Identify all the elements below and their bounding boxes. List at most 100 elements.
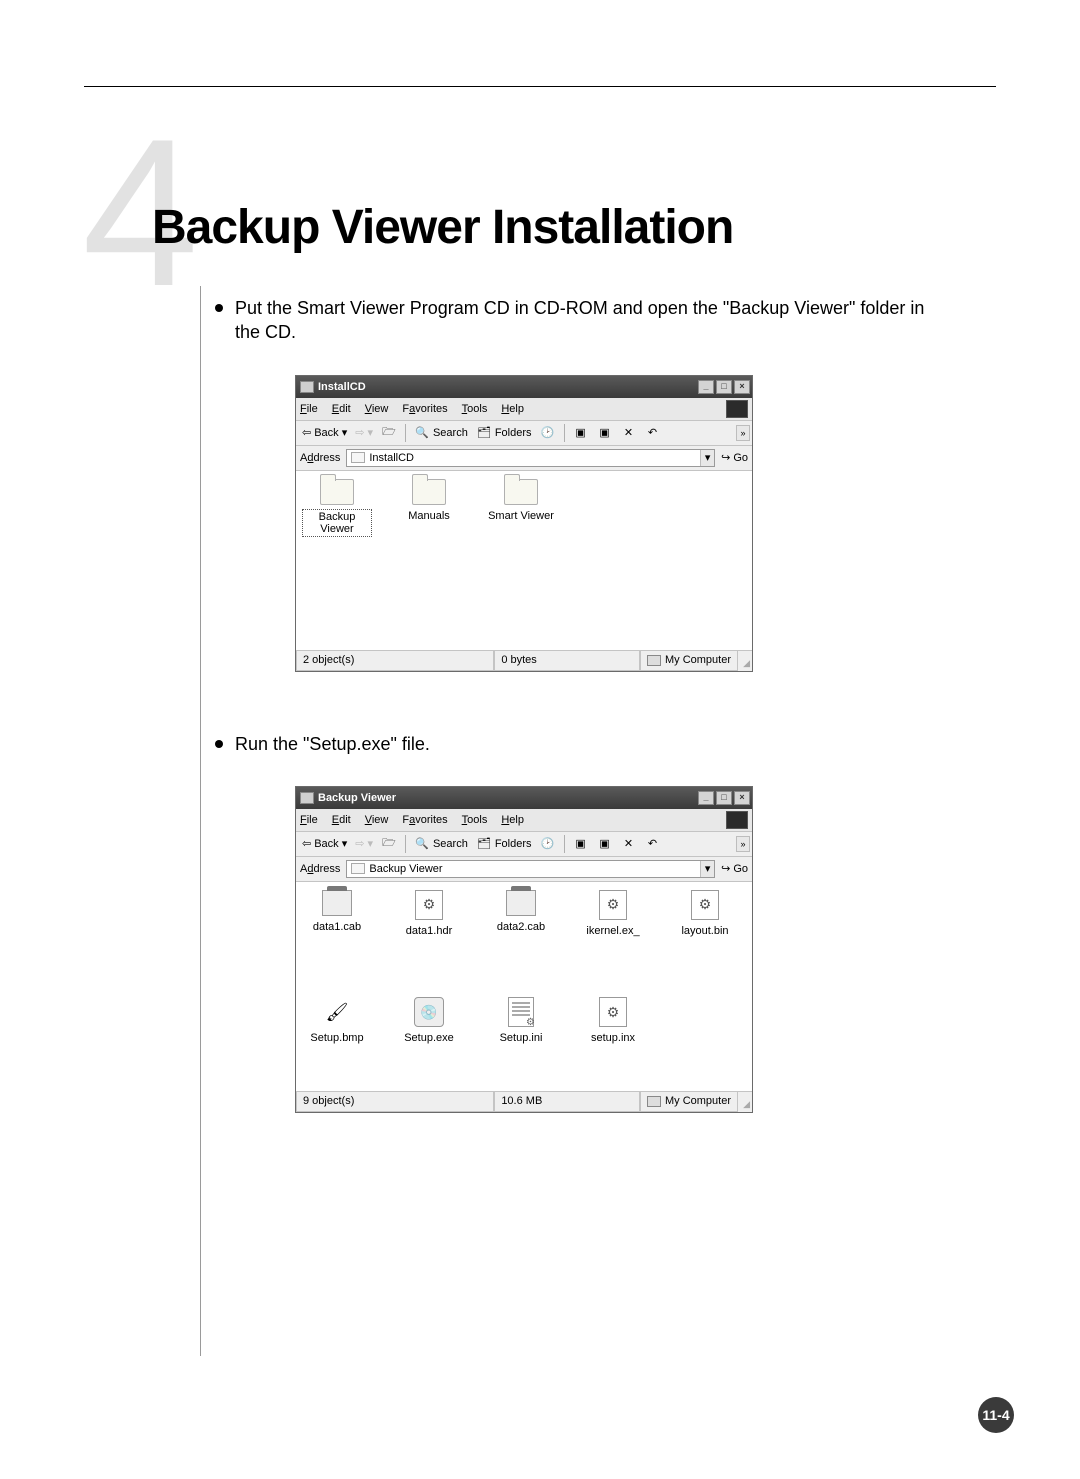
folder-manuals[interactable]: Manuals xyxy=(394,479,464,523)
delete-icon: ✕ xyxy=(621,836,637,852)
menu-help[interactable]: Help xyxy=(501,814,524,826)
go-button[interactable]: ↪ Go xyxy=(721,451,748,464)
history-button[interactable]: 🕑 xyxy=(538,835,558,853)
titlebar[interactable]: InstallCD _ □ × xyxy=(296,376,752,398)
file-label: data2.cab xyxy=(495,920,547,934)
up-button[interactable]: 🗁 xyxy=(379,424,399,442)
folder-smart-viewer[interactable]: Smart Viewer xyxy=(486,479,556,523)
folders-label: Folders xyxy=(495,427,532,439)
go-button[interactable]: ↪ Go xyxy=(721,862,748,875)
toolbar-overflow-button[interactable]: » xyxy=(736,425,750,441)
file-data1-cab[interactable]: data1.cab xyxy=(302,890,372,934)
folders-label: Folders xyxy=(495,838,532,850)
minimize-button[interactable]: _ xyxy=(698,380,714,394)
move-to-button[interactable]: ▣ xyxy=(571,424,591,442)
close-button[interactable]: × xyxy=(734,791,750,805)
menu-edit[interactable]: Edit xyxy=(332,814,351,826)
folder-backup-viewer[interactable]: Backup Viewer xyxy=(302,479,372,537)
menu-view[interactable]: View xyxy=(365,814,389,826)
folder-icon xyxy=(320,479,354,505)
status-bar: 2 object(s) 0 bytes My Computer ◢ xyxy=(296,651,752,671)
status-location-text: My Computer xyxy=(665,654,731,666)
menu-tools[interactable]: Tools xyxy=(462,814,488,826)
page-number-badge: 11-4 xyxy=(978,1397,1014,1433)
forward-arrow-icon: ⇨ xyxy=(355,837,364,850)
menu-file[interactable]: File xyxy=(300,403,318,415)
up-button[interactable]: 🗁 xyxy=(379,835,399,853)
search-button[interactable]: 🔍Search xyxy=(412,835,470,853)
folders-button[interactable]: 🗂Folders xyxy=(474,424,534,442)
undo-icon: ↶ xyxy=(645,836,661,852)
file-pane[interactable]: Backup Viewer Manuals Smart Viewer xyxy=(296,471,752,651)
file-data2-cab[interactable]: data2.cab xyxy=(486,890,556,934)
search-label: Search xyxy=(433,427,468,439)
file-label: data1.cab xyxy=(311,920,363,934)
status-size: 10.6 MB xyxy=(494,1092,640,1112)
move-to-button[interactable]: ▣ xyxy=(571,835,591,853)
file-setup-exe[interactable]: Setup.exe xyxy=(394,997,464,1045)
back-button[interactable]: ⇦ Back ▾ xyxy=(300,425,349,440)
back-dropdown-icon[interactable]: ▾ xyxy=(342,837,348,850)
undo-button[interactable]: ↶ xyxy=(643,424,663,442)
menu-file[interactable]: File xyxy=(300,814,318,826)
file-label: Smart Viewer xyxy=(486,509,556,523)
minimize-button[interactable]: _ xyxy=(698,791,714,805)
search-label: Search xyxy=(433,838,468,850)
resize-grip-icon[interactable]: ◢ xyxy=(738,1092,752,1112)
bullet-dot-icon xyxy=(215,740,223,748)
maximize-button[interactable]: □ xyxy=(716,791,732,805)
file-label: setup.inx xyxy=(589,1031,637,1045)
toolbar-overflow-button[interactable]: » xyxy=(736,836,750,852)
file-setup-ini[interactable]: Setup.ini xyxy=(486,997,556,1045)
resize-grip-icon[interactable]: ◢ xyxy=(738,651,752,671)
file-data1-hdr[interactable]: data1.hdr xyxy=(394,890,464,938)
search-button[interactable]: 🔍Search xyxy=(412,424,470,442)
maximize-button[interactable]: □ xyxy=(716,380,732,394)
back-arrow-icon: ⇦ xyxy=(302,426,311,439)
back-arrow-icon: ⇦ xyxy=(302,837,311,850)
delete-button[interactable]: ✕ xyxy=(619,424,639,442)
menu-favorites[interactable]: Favorites xyxy=(402,814,447,826)
menu-view[interactable]: View xyxy=(365,403,389,415)
file-ikernel-ex[interactable]: ikernel.ex_ xyxy=(578,890,648,938)
menu-edit[interactable]: Edit xyxy=(332,403,351,415)
undo-button[interactable]: ↶ xyxy=(643,835,663,853)
address-input[interactable]: Backup Viewer ▾ xyxy=(346,860,715,878)
toolbar-separator-2 xyxy=(564,424,565,442)
close-button[interactable]: × xyxy=(734,380,750,394)
status-objects: 2 object(s) xyxy=(296,651,494,671)
address-dropdown-button[interactable]: ▾ xyxy=(700,861,714,877)
file-setup-inx[interactable]: setup.inx xyxy=(578,997,648,1045)
menubar: File Edit View Favorites Tools Help xyxy=(296,809,752,832)
chapter-title: Backup Viewer Installation xyxy=(152,200,733,255)
column-guide-line xyxy=(200,286,201,1356)
history-button[interactable]: 🕑 xyxy=(538,424,558,442)
explorer-window-backup-viewer: Backup Viewer _ □ × File Edit View Favor… xyxy=(295,786,753,1113)
search-icon: 🔍 xyxy=(414,425,430,441)
delete-button[interactable]: ✕ xyxy=(619,835,639,853)
status-objects: 9 object(s) xyxy=(296,1092,494,1112)
generic-file-icon xyxy=(599,997,627,1027)
window-title: Backup Viewer xyxy=(318,792,396,804)
back-button[interactable]: ⇦ Back ▾ xyxy=(300,836,349,851)
file-pane[interactable]: data1.cab data1.hdr data2.cab ikernel.ex… xyxy=(296,882,752,1092)
forward-button[interactable]: ⇨▾ xyxy=(353,836,375,851)
file-label: Manuals xyxy=(406,509,452,523)
menu-help[interactable]: Help xyxy=(501,403,524,415)
address-input[interactable]: InstallCD ▾ xyxy=(346,449,715,467)
folders-button[interactable]: 🗂Folders xyxy=(474,835,534,853)
forward-button[interactable]: ⇨▾ xyxy=(353,425,375,440)
address-bar: Address InstallCD ▾ ↪ Go xyxy=(296,446,752,471)
status-size: 0 bytes xyxy=(494,651,640,671)
back-dropdown-icon[interactable]: ▾ xyxy=(342,426,348,439)
address-label: Address xyxy=(300,863,340,875)
titlebar[interactable]: Backup Viewer _ □ × xyxy=(296,787,752,809)
menu-tools[interactable]: Tools xyxy=(462,403,488,415)
windows-logo-icon xyxy=(726,400,748,418)
file-setup-bmp[interactable]: 🖌Setup.bmp xyxy=(302,997,372,1045)
menu-favorites[interactable]: Favorites xyxy=(402,403,447,415)
file-layout-bin[interactable]: layout.bin xyxy=(670,890,740,938)
copy-to-button[interactable]: ▣ xyxy=(595,424,615,442)
copy-to-button[interactable]: ▣ xyxy=(595,835,615,853)
address-dropdown-button[interactable]: ▾ xyxy=(700,450,714,466)
